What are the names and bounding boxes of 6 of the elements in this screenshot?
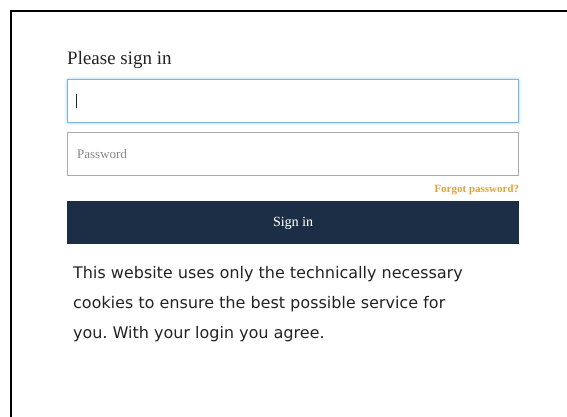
cookie-notice: This website uses only the technically necessary cookies to ensure the best possible service for you. With your login you agree. bbox=[73, 262, 464, 344]
username-field[interactable] bbox=[67, 79, 519, 123]
form-heading: Please sign in bbox=[67, 48, 172, 70]
text-cursor-icon bbox=[76, 94, 77, 108]
password-field[interactable]: Password bbox=[67, 132, 519, 176]
sign-in-button[interactable]: Sign in bbox=[67, 201, 519, 244]
